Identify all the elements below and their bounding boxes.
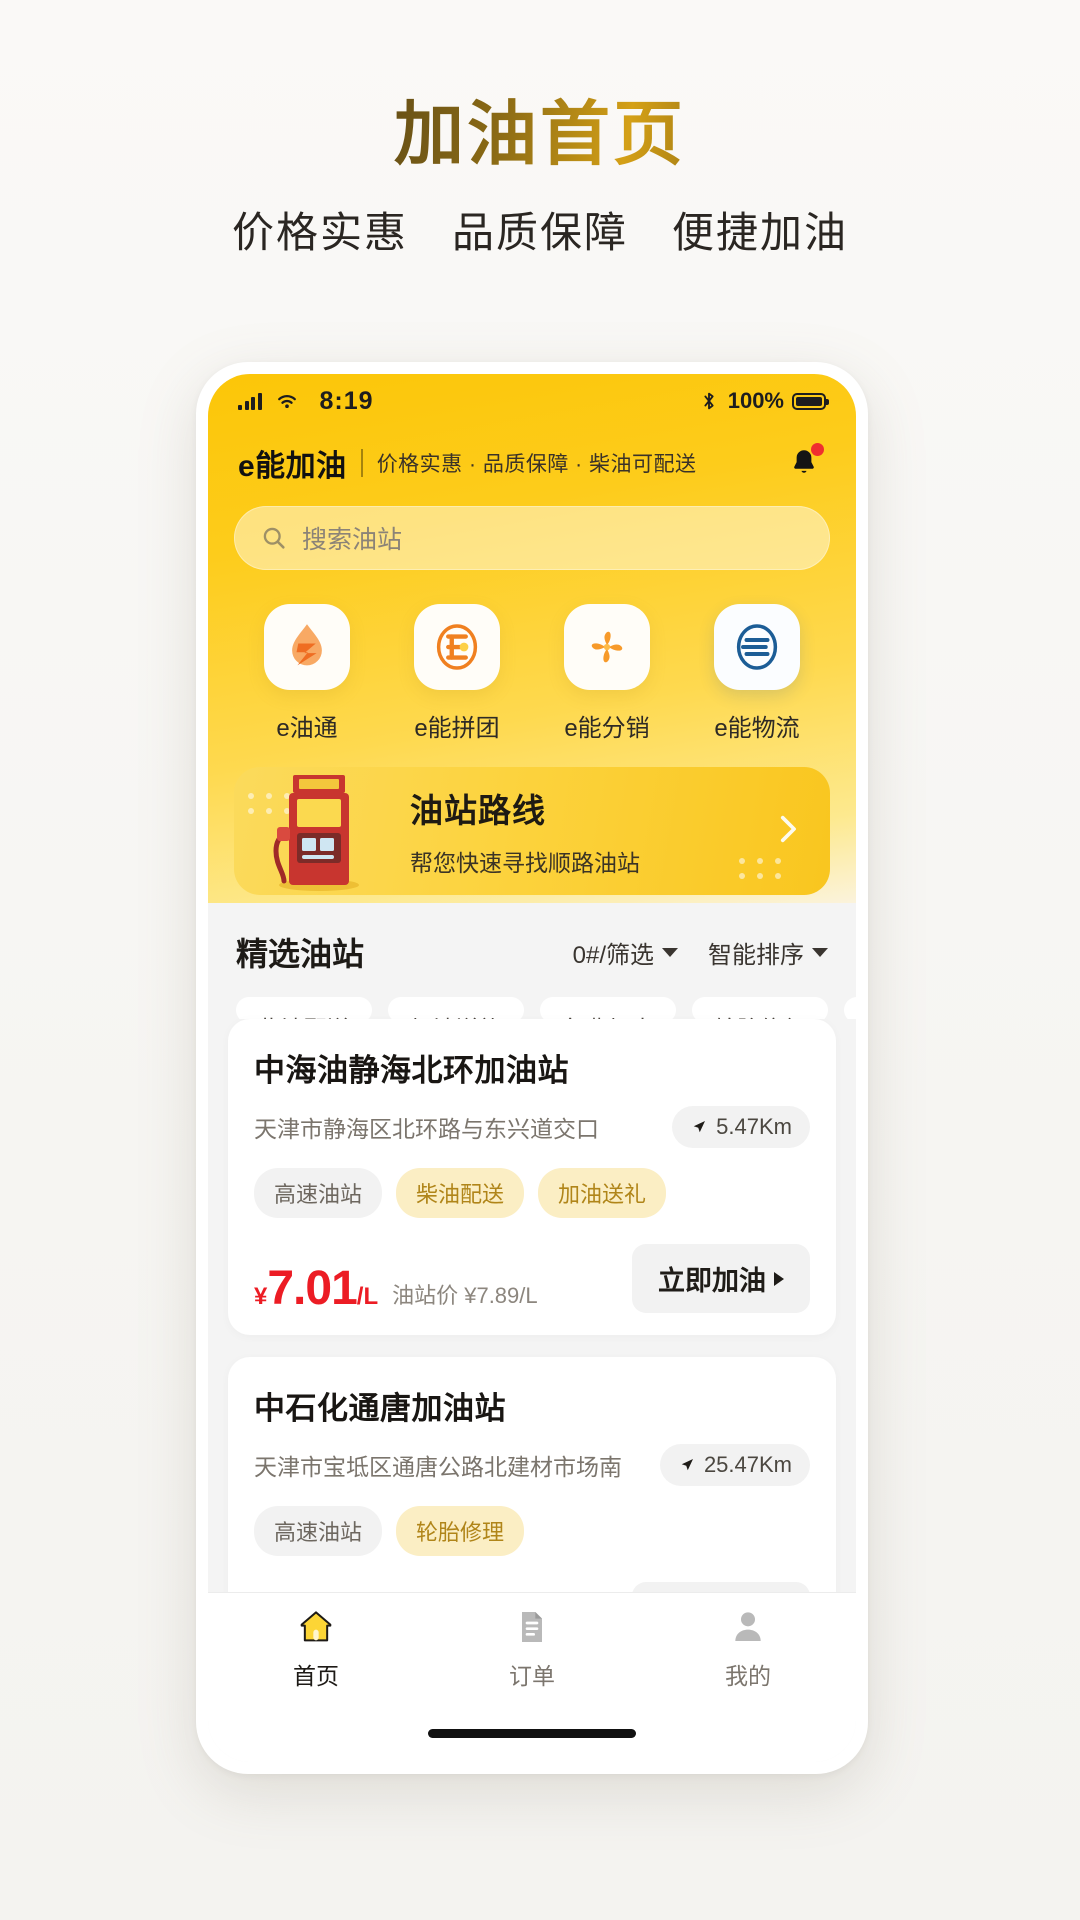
- notification-bell-button[interactable]: [782, 441, 826, 485]
- e-lines-icon: [714, 604, 800, 690]
- station-distance: 25.47Km: [659, 1444, 810, 1486]
- station-price: ¥ 7.01 /L: [254, 1265, 378, 1313]
- status-bar: 8:19 100%: [208, 374, 856, 428]
- distance-value: 5.47Km: [716, 1114, 792, 1139]
- navigation-arrow-icon: [693, 1121, 706, 1133]
- bell-badge-dot: [811, 443, 824, 456]
- search-placeholder: 搜索油站: [302, 526, 403, 554]
- search-icon: [263, 527, 285, 549]
- filter-label: 0#/筛选: [572, 941, 654, 969]
- route-banner[interactable]: 油站路线 帮您快速寻找顺路油站: [234, 767, 830, 895]
- quick-entry-label: e能拼团: [414, 715, 500, 742]
- phone-screen: 8:19 100% e能加油 价格实惠 · 品质保障 · 柴油可配送 搜索油站 …: [208, 374, 856, 1762]
- filter-chip[interactable]: 柴油配送: [236, 997, 372, 1019]
- battery-percent-label: 100%: [727, 388, 784, 413]
- wifi-icon: [277, 395, 296, 409]
- filter-chip[interactable]: 轮胎修: [844, 997, 856, 1019]
- bottom-tab-bar: 首页 订单 我的: [208, 1592, 856, 1704]
- station-name: 中海油静海北环加油站: [254, 1053, 569, 1088]
- quick-entry-enengwuliu[interactable]: e能物流: [687, 604, 827, 743]
- station-tag: 高速油站: [254, 1506, 383, 1556]
- station-tag: 轮胎修理: [396, 1506, 525, 1556]
- tab-orders[interactable]: 订单: [424, 1607, 640, 1691]
- decorative-dots-bottom: [739, 858, 784, 879]
- station-list-section: 精选油站 0#/筛选 智能排序 柴油配送 加油送礼: [208, 903, 856, 1592]
- filter-chip[interactable]: 加油送礼: [388, 997, 524, 1019]
- banner-subtitle: 帮您快速寻找顺路油站: [410, 850, 640, 876]
- promo-header: 加油首页 价格实惠 品质保障 便捷加油: [0, 96, 1080, 260]
- station-tag: 加油送礼: [538, 1168, 667, 1218]
- gas-pump-icon: [254, 767, 384, 895]
- tab-label: 我的: [725, 1662, 771, 1689]
- bluetooth-icon: [704, 392, 714, 410]
- station-name: 中石化通唐加油站: [254, 1391, 506, 1426]
- station-card[interactable]: 中海油静海北环加油站 天津市静海区北环路与东兴道交口 5.47Km 高速油站 柴…: [228, 1019, 836, 1335]
- chevron-down-icon: [812, 947, 828, 957]
- sort-label: 智能排序: [708, 941, 804, 969]
- tab-label: 订单: [509, 1662, 555, 1689]
- distance-value: 25.47Km: [703, 1452, 792, 1477]
- home-indicator-area: [208, 1704, 856, 1762]
- station-address: 天津市宝坻区通唐公路北建材市场南: [254, 1454, 622, 1480]
- promo-page: 加油首页 价格实惠 品质保障 便捷加油 8:19 100% e能加油 价格实惠 …: [0, 0, 1080, 1920]
- chevron-down-icon: [662, 947, 678, 957]
- chevron-right-icon[interactable]: [770, 812, 804, 851]
- search-input[interactable]: 搜索油站: [234, 506, 830, 570]
- person-icon: [735, 1611, 761, 1641]
- status-clock: 8:19: [319, 386, 374, 415]
- signal-bars-icon: [238, 392, 262, 410]
- flower-drop-icon: [564, 604, 650, 690]
- banner-text: 油站路线 帮您快速寻找顺路油站: [410, 784, 640, 878]
- navigation-arrow-icon: [681, 1459, 693, 1471]
- station-tags: 高速油站 柴油配送 加油送礼: [254, 1168, 810, 1218]
- home-icon: [300, 1610, 332, 1641]
- app-brand-row: e能加油 价格实惠 · 品质保障 · 柴油可配送: [208, 428, 856, 488]
- play-arrow-icon: [774, 1271, 784, 1286]
- tab-home[interactable]: 首页: [208, 1607, 424, 1691]
- section-title: 精选油站: [236, 936, 365, 972]
- sort-dropdown[interactable]: 智能排序: [708, 935, 828, 970]
- page-subtitle: 价格实惠 品质保障 便捷加油: [231, 209, 848, 256]
- quick-entry-eyoutong[interactable]: e油通: [237, 604, 377, 743]
- filter-chip[interactable]: 轮胎修复: [692, 997, 828, 1019]
- refuel-now-button[interactable]: 立即加油: [632, 1244, 810, 1313]
- quick-entry-enengpintuan[interactable]: e能拼团: [387, 604, 527, 743]
- brand-slogan: 价格实惠 · 品质保障 · 柴油可配送: [376, 453, 697, 476]
- tab-profile[interactable]: 我的: [640, 1607, 856, 1691]
- station-tag: 柴油配送: [396, 1168, 525, 1218]
- price-unit: /L: [356, 1283, 379, 1310]
- station-distance: 5.47Km: [672, 1106, 810, 1148]
- quick-entry-enengfenxiao[interactable]: e能分销: [537, 604, 677, 743]
- currency-symbol: ¥: [254, 1283, 268, 1310]
- droplet-z-icon: [264, 604, 350, 690]
- battery-full-icon: [792, 392, 829, 410]
- station-tag: 高速油站: [254, 1168, 383, 1218]
- station-card[interactable]: 中石化通唐加油站 天津市宝坻区通唐公路北建材市场南 25.47Km 高速油站 轮…: [228, 1357, 836, 1592]
- station-address: 天津市静海区北环路与东兴道交口: [254, 1116, 599, 1142]
- banner-title: 油站路线: [410, 792, 546, 829]
- filter-dropdown[interactable]: 0#/筛选: [573, 935, 678, 970]
- e-oval-icon: [414, 604, 500, 690]
- quick-entry-label: e能分销: [564, 715, 650, 742]
- home-indicator: [428, 1728, 636, 1738]
- station-original-price: 油站价 ¥7.89/L: [392, 1283, 538, 1308]
- quick-entry-label: e油通: [276, 715, 338, 742]
- brand-divider: [360, 449, 363, 477]
- brand-name: e能加油: [238, 450, 347, 483]
- quick-entry-label: e能物流: [714, 715, 800, 742]
- filter-chip-row[interactable]: 柴油配送 加油送礼 免费加水 轮胎修复 轮胎修: [208, 975, 856, 1019]
- page-title: 加油首页: [0, 96, 1080, 173]
- price-value: 7.01: [267, 1262, 357, 1315]
- refuel-now-button[interactable]: 立即加油: [632, 1582, 810, 1592]
- refuel-now-label: 立即加油: [658, 1266, 766, 1296]
- quick-entry-row: e油通 e能拼团 e能分销 e能物流: [208, 570, 856, 753]
- document-icon: [522, 1611, 542, 1642]
- station-tags: 高速油站 轮胎修理: [254, 1506, 810, 1556]
- section-header: 精选油站 0#/筛选 智能排序: [208, 903, 856, 975]
- phone-mockup: 8:19 100% e能加油 价格实惠 · 品质保障 · 柴油可配送 搜索油站 …: [196, 362, 868, 1774]
- filter-chip[interactable]: 免费加水: [540, 997, 676, 1019]
- app-header-area: 8:19 100% e能加油 价格实惠 · 品质保障 · 柴油可配送 搜索油站 …: [208, 374, 856, 903]
- tab-label: 首页: [293, 1662, 339, 1689]
